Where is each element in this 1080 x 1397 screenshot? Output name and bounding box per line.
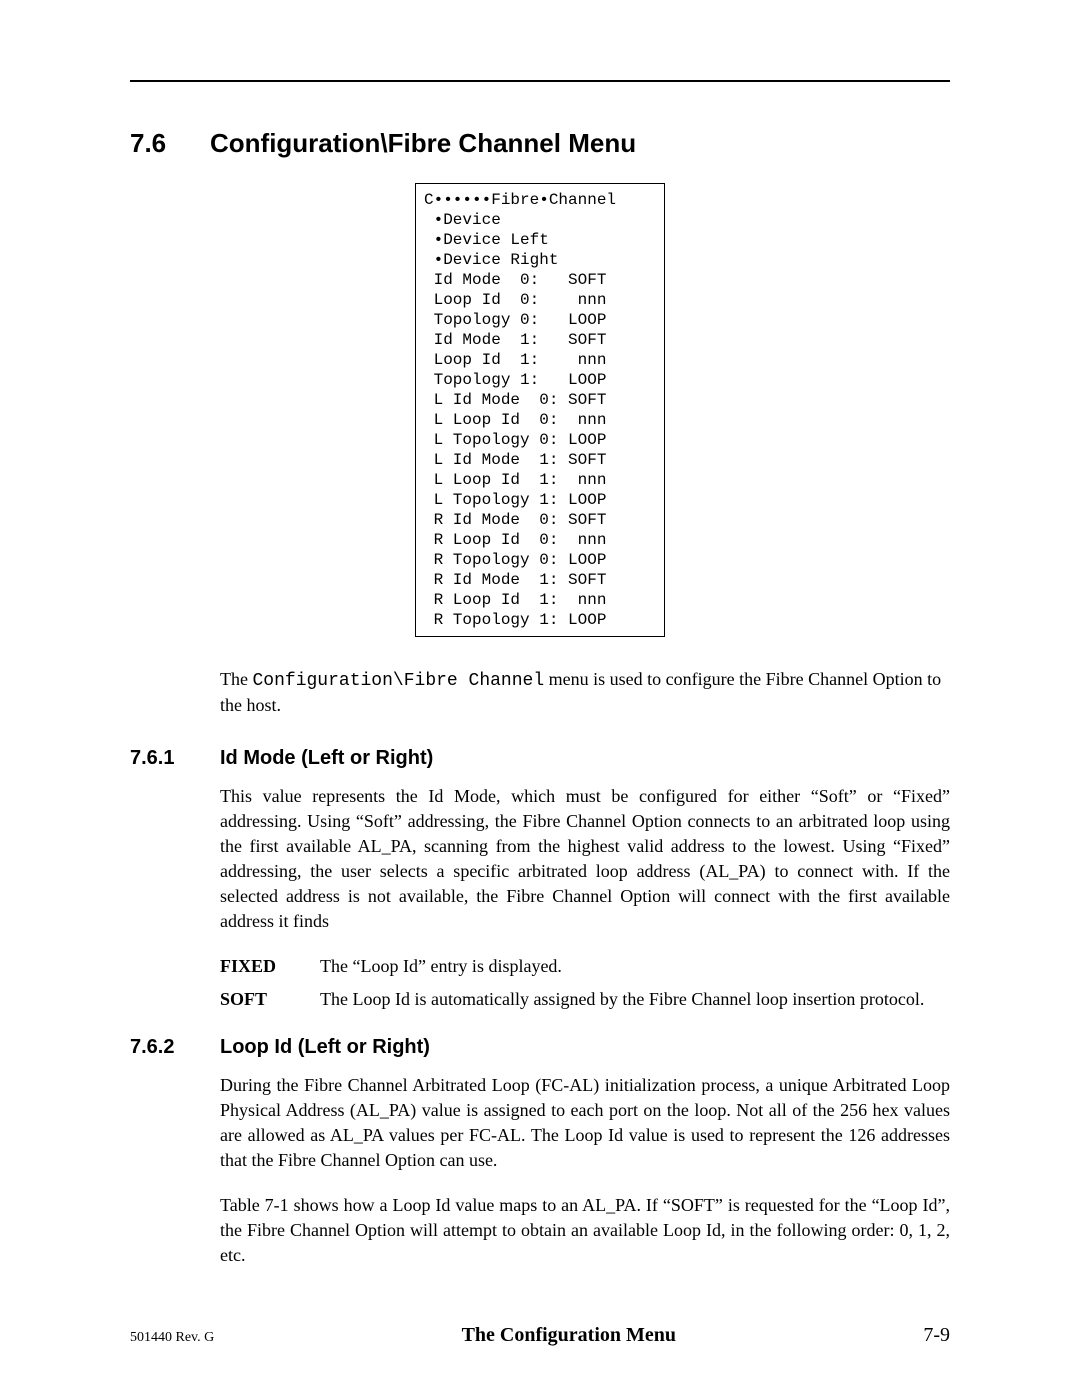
page: 7.6 Configuration\Fibre Channel Menu C••… [0,0,1080,1397]
subsection-number-1: 7.6.1 [130,747,220,770]
intro-pre: The [220,669,252,689]
sub2-paragraph-2: Table 7-1 shows how a Loop Id value maps… [220,1193,950,1268]
menu-lines: C••••••Fibre•Channel •Device •Device Lef… [424,191,616,629]
def-row: FIXED The “Loop Id” entry is displayed. [220,954,950,979]
menu-box: C••••••Fibre•Channel •Device •Device Lef… [415,183,665,637]
top-rule [130,80,950,82]
subsection-heading-2: 7.6.2 Loop Id (Left or Right) [130,1036,950,1059]
subsection-heading-1: 7.6.1 Id Mode (Left or Right) [130,747,950,770]
intro-paragraph: The Configuration\Fibre Channel menu is … [220,667,950,717]
footer: 501440 Rev. G The Configuration Menu 7-9 [130,1324,950,1347]
subsection-title-1: Id Mode (Left or Right) [220,747,433,770]
def-term: SOFT [220,987,320,1012]
section-heading: 7.6 Configuration\Fibre Channel Menu [130,128,950,159]
subsection-title-2: Loop Id (Left or Right) [220,1036,430,1059]
intro-mono: Configuration\Fibre Channel [252,671,544,691]
section-number: 7.6 [130,128,210,159]
def-term: FIXED [220,954,320,979]
def-desc: The “Loop Id” entry is displayed. [320,954,950,979]
def-desc: The Loop Id is automatically assigned by… [320,987,950,1012]
footer-page: 7-9 [923,1324,950,1347]
section-title: Configuration\Fibre Channel Menu [210,128,636,159]
footer-revision: 501440 Rev. G [130,1330,214,1346]
def-row: SOFT The Loop Id is automatically assign… [220,987,950,1012]
sub2-paragraph-1: During the Fibre Channel Arbitrated Loop… [220,1073,950,1173]
definition-list: FIXED The “Loop Id” entry is displayed. … [220,954,950,1012]
footer-title: The Configuration Menu [462,1324,676,1347]
sub1-paragraph: This value represents the Id Mode, which… [220,784,950,934]
subsection-number-2: 7.6.2 [130,1036,220,1059]
